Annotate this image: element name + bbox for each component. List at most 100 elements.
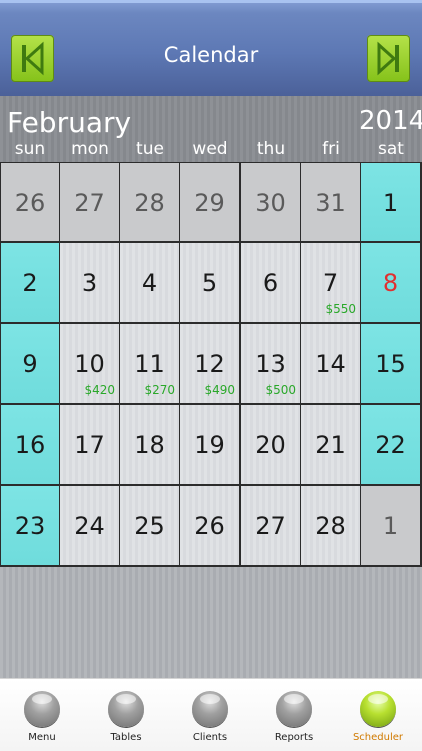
day-cell[interactable]: 21 bbox=[301, 405, 362, 486]
day-number: 5 bbox=[201, 269, 218, 297]
day-number: 30 bbox=[255, 189, 286, 217]
weekday-label-mon: mon bbox=[71, 139, 109, 159]
day-number: 31 bbox=[315, 189, 346, 217]
day-cell[interactable]: 30 bbox=[241, 162, 302, 243]
day-number: 2 bbox=[22, 269, 38, 297]
tables-ball-icon bbox=[108, 691, 144, 727]
day-cell[interactable]: 23 bbox=[0, 486, 61, 567]
day-cell[interactable]: 8 bbox=[361, 243, 422, 324]
tab-label: Menu bbox=[28, 732, 56, 743]
day-number: 3 bbox=[81, 269, 98, 297]
day-cell[interactable]: 19 bbox=[180, 405, 241, 486]
day-number: 26 bbox=[14, 189, 46, 217]
day-cell[interactable]: 1 bbox=[361, 162, 422, 243]
day-cell[interactable]: 1 bbox=[361, 486, 422, 567]
day-number: 1 bbox=[382, 189, 399, 217]
reports-ball-icon bbox=[276, 691, 312, 727]
day-number: 27 bbox=[74, 189, 105, 217]
day-cell[interactable]: 5 bbox=[180, 243, 241, 324]
tab-tables[interactable]: Tables bbox=[84, 679, 168, 751]
day-number: 11 bbox=[134, 350, 165, 378]
app-header: Calendar bbox=[0, 0, 422, 96]
skip-forward-icon bbox=[377, 41, 399, 76]
day-number: 25 bbox=[134, 512, 165, 540]
day-cell[interactable]: 27 bbox=[60, 162, 121, 243]
weekday-label-sun: sun bbox=[14, 139, 46, 159]
next-month-button[interactable] bbox=[367, 35, 410, 82]
day-number: 23 bbox=[14, 512, 46, 540]
weekday-label-sat: sat bbox=[378, 139, 404, 159]
day-cell[interactable]: 9 bbox=[0, 324, 61, 405]
day-cell[interactable]: 17 bbox=[60, 405, 121, 486]
day-number: 28 bbox=[315, 512, 346, 540]
day-cell[interactable]: 6 bbox=[241, 243, 302, 324]
day-revenue-amount: $550 bbox=[325, 302, 356, 316]
day-cell[interactable]: 26 bbox=[0, 162, 61, 243]
day-revenue-amount: $270 bbox=[144, 383, 175, 397]
day-number: 8 bbox=[382, 269, 399, 297]
day-number: 1 bbox=[382, 512, 399, 540]
day-cell[interactable]: 11 $270 bbox=[120, 324, 181, 405]
day-number: 12 bbox=[194, 350, 225, 378]
day-cell[interactable]: 3 bbox=[60, 243, 121, 324]
day-cell[interactable]: 16 bbox=[0, 405, 61, 486]
day-number: 22 bbox=[375, 431, 406, 459]
day-number: 6 bbox=[262, 269, 279, 297]
menu-ball-icon bbox=[24, 691, 60, 727]
day-number: 9 bbox=[22, 350, 38, 378]
day-cell[interactable]: 29 bbox=[180, 162, 241, 243]
scheduler-ball-icon bbox=[360, 691, 396, 727]
calendar-grid: 26 27 28 29 30 31 1 2 3 4 5 6 7 $550 8 9 10 $420 11 $270 12 $… bbox=[0, 162, 422, 568]
day-cell[interactable]: 12 $490 bbox=[180, 324, 241, 405]
day-number: 27 bbox=[255, 512, 286, 540]
day-number: 18 bbox=[134, 431, 165, 459]
day-cell[interactable]: 20 bbox=[241, 405, 302, 486]
tab-label: Scheduler bbox=[352, 732, 404, 743]
day-cell[interactable]: 25 bbox=[120, 486, 181, 567]
day-number: 16 bbox=[14, 431, 46, 459]
day-number: 19 bbox=[194, 431, 225, 459]
day-cell[interactable]: 15 bbox=[361, 324, 422, 405]
day-number: 21 bbox=[315, 431, 346, 459]
day-number: 4 bbox=[141, 269, 158, 297]
day-cell[interactable]: 4 bbox=[120, 243, 181, 324]
page-title: Calendar bbox=[163, 43, 259, 67]
weekday-label-thu: thu bbox=[256, 139, 286, 159]
day-cell[interactable]: 18 bbox=[120, 405, 181, 486]
day-number: 10 bbox=[74, 350, 105, 378]
day-cell[interactable]: 14 bbox=[301, 324, 362, 405]
day-cell[interactable]: 7 $550 bbox=[301, 243, 362, 324]
day-cell[interactable]: 31 bbox=[301, 162, 362, 243]
bottom-tab-bar: Menu Tables Clients Reports Scheduler bbox=[0, 678, 422, 751]
day-cell[interactable]: 24 bbox=[60, 486, 121, 567]
clients-ball-icon bbox=[192, 691, 228, 727]
day-cell[interactable]: 22 bbox=[361, 405, 422, 486]
day-revenue-amount: $500 bbox=[265, 383, 296, 397]
day-number: 17 bbox=[74, 431, 105, 459]
weekday-label-tue: tue bbox=[136, 139, 164, 159]
day-number: 13 bbox=[255, 350, 286, 378]
weekday-label-wed: wed bbox=[192, 139, 228, 159]
day-cell[interactable]: 10 $420 bbox=[60, 324, 121, 405]
day-number: 20 bbox=[255, 431, 286, 459]
month-label: February bbox=[7, 106, 132, 139]
tab-reports[interactable]: Reports bbox=[252, 679, 336, 751]
day-number: 29 bbox=[194, 189, 225, 217]
tab-label: Reports bbox=[274, 732, 314, 743]
tab-scheduler[interactable]: Scheduler bbox=[336, 679, 420, 751]
day-number: 26 bbox=[194, 512, 225, 540]
tab-menu[interactable]: Menu bbox=[0, 679, 84, 751]
day-cell[interactable]: 27 bbox=[241, 486, 302, 567]
day-number: 7 bbox=[322, 269, 339, 297]
day-number: 24 bbox=[74, 512, 105, 540]
day-cell[interactable]: 26 bbox=[180, 486, 241, 567]
day-cell[interactable]: 28 bbox=[120, 162, 181, 243]
day-cell[interactable]: 13 $500 bbox=[241, 324, 302, 405]
day-number: 15 bbox=[375, 350, 406, 378]
day-cell[interactable]: 2 bbox=[0, 243, 61, 324]
day-number: 28 bbox=[134, 189, 165, 217]
day-cell[interactable]: 28 bbox=[301, 486, 362, 567]
tab-label: Clients bbox=[192, 732, 228, 743]
day-revenue-amount: $490 bbox=[204, 383, 235, 397]
tab-clients[interactable]: Clients bbox=[168, 679, 252, 751]
